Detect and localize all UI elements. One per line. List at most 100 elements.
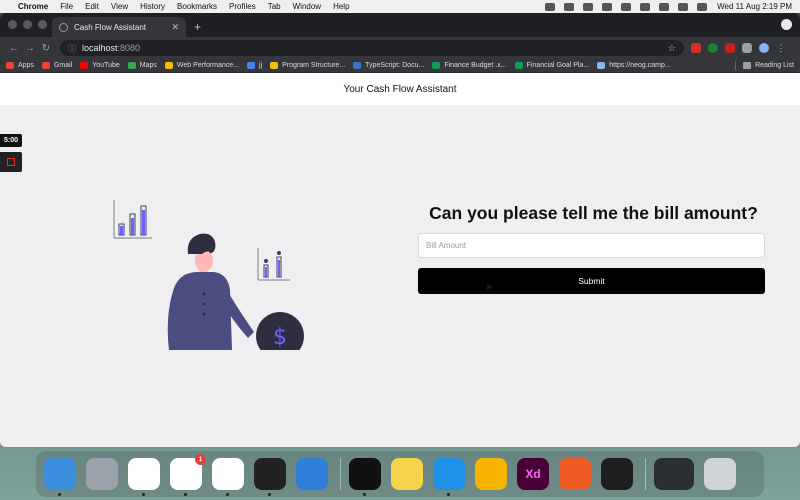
reload-icon[interactable]: ↻ <box>38 43 54 54</box>
settings-status-icon[interactable] <box>583 2 594 11</box>
slack-icon[interactable]: 1 <box>170 454 206 496</box>
divider <box>735 61 737 70</box>
control-center-icon[interactable] <box>678 2 689 11</box>
extension-red-icon[interactable] <box>691 43 701 53</box>
gmail-icon <box>41 62 50 69</box>
terminal-icon[interactable] <box>254 458 286 496</box>
bookmark-maps[interactable]: Maps <box>127 62 157 69</box>
bookmark-financial-goal[interactable]: Financial Goal Pla... <box>514 62 589 69</box>
tab-cash-flow-assistant[interactable]: Cash Flow Assistant ✕ <box>52 17 186 37</box>
extension-green-icon[interactable] <box>708 43 718 53</box>
bookmark-label: YouTube <box>92 62 120 69</box>
tab-search-icon[interactable] <box>781 19 792 30</box>
menu-file[interactable]: File <box>60 2 73 11</box>
running-indicator <box>58 493 61 496</box>
sheets-icon <box>514 62 523 69</box>
new-tab-button[interactable]: + <box>194 20 201 34</box>
bookmark-label: Gmail <box>53 62 73 69</box>
vscode-icon[interactable] <box>212 458 244 496</box>
bookmark-label: Apps <box>18 62 34 69</box>
reading-list-button[interactable]: Reading List <box>735 61 794 70</box>
menu-bookmarks[interactable]: Bookmarks <box>177 2 217 11</box>
bookmark-label: Program Structure... <box>282 62 346 69</box>
postman-icon[interactable] <box>559 458 591 490</box>
figma-icon[interactable] <box>601 458 633 490</box>
bookmark-apps[interactable]: Apps <box>6 62 34 69</box>
macos-menubar: Chrome File Edit View History Bookmarks … <box>0 0 800 13</box>
bill-question: Can you please tell me the bill amount? <box>429 203 758 223</box>
bookmark-gmail[interactable]: Gmail <box>41 62 73 69</box>
bookmark-label: jj <box>259 62 263 69</box>
extension-recorder-icon[interactable] <box>725 43 735 53</box>
menu-help[interactable]: Help <box>333 2 349 11</box>
puzzle-icon[interactable] <box>742 43 752 53</box>
bookmark-typescript[interactable]: TypeScript: Docu... <box>353 62 424 69</box>
recording-timer[interactable]: 5:00 <box>0 134 22 147</box>
close-window-button[interactable] <box>8 20 17 29</box>
sheets-icon <box>432 62 441 69</box>
menu-profiles[interactable]: Profiles <box>229 2 256 11</box>
close-icon[interactable]: ✕ <box>171 22 179 33</box>
bill-form: Can you please tell me the bill amount? … <box>418 203 765 294</box>
menu-history[interactable]: History <box>140 2 165 11</box>
menu-view[interactable]: View <box>111 2 128 11</box>
wifi-icon[interactable] <box>640 2 651 11</box>
menubar-clock[interactable]: Wed 11 Aug 2:19 PM <box>717 2 792 11</box>
back-arrow-icon[interactable]: ← <box>6 43 22 54</box>
bookmark-finance-budget[interactable]: Finance Budget .x... <box>432 62 507 69</box>
chrome-icon[interactable] <box>128 458 160 496</box>
bill-amount-input[interactable] <box>418 233 765 258</box>
menu-tab[interactable]: Tab <box>268 2 281 11</box>
forward-arrow-icon[interactable]: → <box>22 43 38 54</box>
trash-icon[interactable] <box>704 458 736 490</box>
docker-icon[interactable] <box>433 458 465 496</box>
menu-window[interactable]: Window <box>293 2 321 11</box>
url-port: :8080 <box>117 43 141 53</box>
browser-window: Cash Flow Assistant ✕ + ← → ↻ ⓘ localhos… <box>0 13 800 447</box>
bar-chart-icon-right <box>257 248 290 281</box>
iterm-icon[interactable] <box>349 458 381 496</box>
siri-icon[interactable] <box>697 2 708 11</box>
address-bar[interactable]: ⓘ localhost :8080 ☆ <box>60 40 684 56</box>
typescript-icon <box>353 62 362 69</box>
maximize-window-button[interactable] <box>38 20 47 29</box>
menu-edit[interactable]: Edit <box>85 2 99 11</box>
media-status-icon[interactable] <box>602 2 613 11</box>
reading-list-label: Reading List <box>755 62 794 69</box>
minimize-window-button[interactable] <box>23 20 32 29</box>
bookmark-web-performance[interactable]: Web Performance... <box>164 62 240 69</box>
js-icon <box>270 62 279 69</box>
submit-button[interactable]: Submit <box>418 268 765 294</box>
running-indicator <box>447 493 450 496</box>
finder-icon[interactable] <box>44 458 76 496</box>
profile-avatar[interactable] <box>759 43 769 53</box>
tab-title: Cash Flow Assistant <box>74 22 147 32</box>
recording-control[interactable] <box>0 152 22 172</box>
status-area: Wed 11 Aug 2:19 PM <box>536 2 792 11</box>
bookmark-neog[interactable]: https://neog.camp... <box>597 62 671 69</box>
menu-chrome[interactable]: Chrome <box>18 2 48 11</box>
extension-status-icon[interactable] <box>545 2 556 11</box>
sync-status-icon[interactable] <box>564 2 575 11</box>
downloads-icon[interactable] <box>654 458 694 490</box>
bar-chart-icon-left <box>113 200 152 239</box>
browser-toolbar: ← → ↻ ⓘ localhost :8080 ☆ ⋮ <box>0 37 800 59</box>
xcode-icon[interactable] <box>296 458 328 490</box>
bookmark-label: Web Performance... <box>176 62 240 69</box>
site-icon <box>597 62 606 69</box>
search-icon[interactable] <box>659 2 670 11</box>
bookmark-star-icon[interactable]: ☆ <box>668 43 676 54</box>
adobe-xd-icon[interactable]: Xd <box>517 458 549 490</box>
bookmark-program-structure[interactable]: Program Structure... <box>270 62 345 69</box>
launchpad-icon[interactable] <box>86 458 118 490</box>
bookmark-label: Maps <box>139 62 157 69</box>
display-status-icon[interactable] <box>621 2 632 11</box>
bookmark-jj[interactable]: jj <box>247 62 262 69</box>
tableplus-icon[interactable] <box>475 458 507 490</box>
kebab-menu-icon[interactable]: ⋮ <box>776 43 786 53</box>
bookmark-youtube[interactable]: YouTube <box>80 62 120 69</box>
dock-divider <box>645 458 646 490</box>
running-indicator <box>363 493 366 496</box>
notes-icon[interactable] <box>391 458 423 490</box>
info-icon[interactable]: ⓘ <box>68 43 76 54</box>
